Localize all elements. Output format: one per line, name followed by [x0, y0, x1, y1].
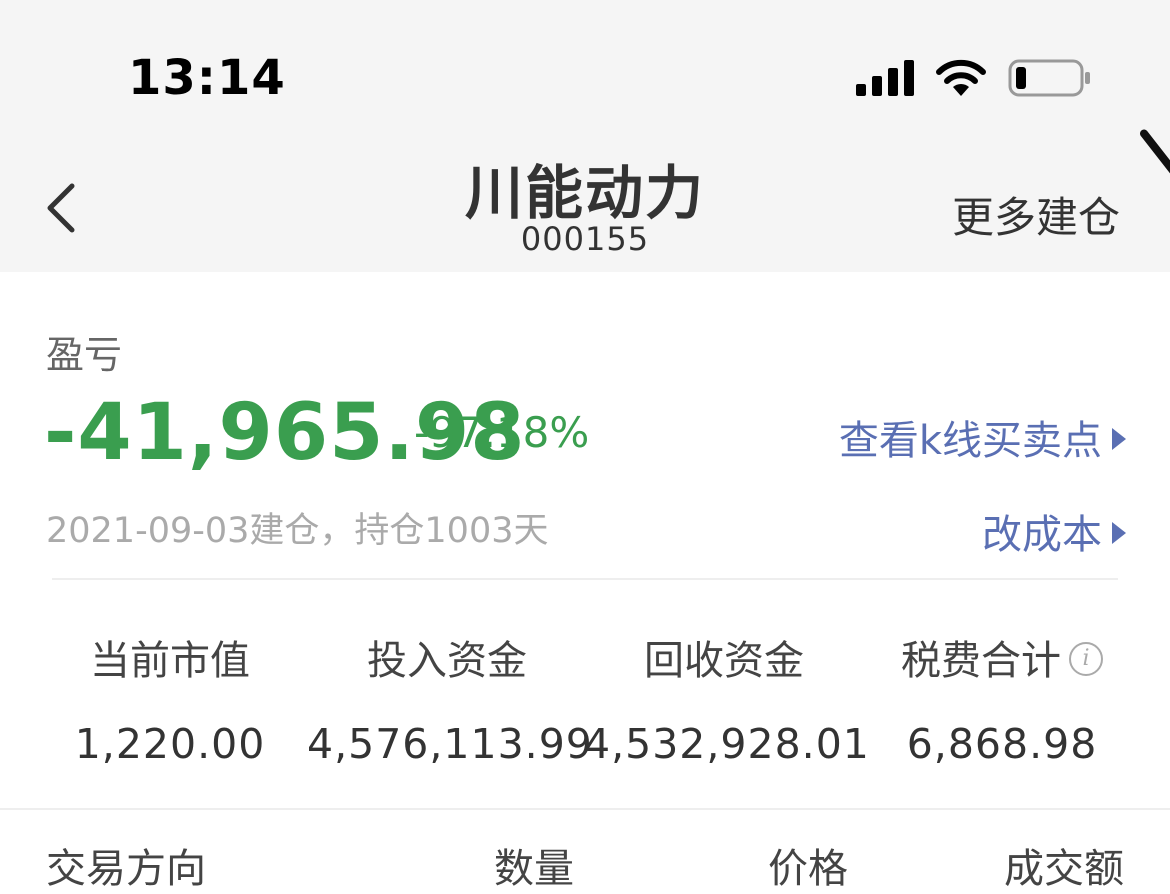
stat-value: 1,220.00: [74, 720, 266, 768]
change-cost-link[interactable]: 改成本: [982, 502, 1126, 560]
view-kline-label: 查看k线买卖点: [838, 418, 1102, 464]
stat-value: 4,576,113.99: [307, 720, 593, 768]
view-kline-link[interactable]: 查看k线买卖点: [839, 408, 1126, 466]
stat-label: 当前市值: [90, 638, 250, 684]
stat-fees: 税费合计 i 6,868.98: [862, 628, 1142, 768]
column-header-price: 价格: [768, 846, 848, 892]
stat-invested: 投入资金 4,576,113.99: [307, 628, 593, 768]
wifi-icon: [936, 59, 986, 96]
top-bar: 13:14 川能动力 000155 更多建仓: [0, 0, 1170, 272]
stat-label: 税费合计: [901, 638, 1061, 684]
column-header-amount: 成交额: [1004, 846, 1124, 892]
pnl-label: 盈亏: [46, 333, 123, 377]
signal-icon: [856, 58, 916, 96]
stat-value: 6,868.98: [906, 720, 1098, 768]
stat-label: 投入资金: [367, 638, 527, 684]
status-time: 13:14: [128, 50, 286, 106]
battery-icon: [1008, 59, 1090, 97]
column-header-quantity: 数量: [494, 846, 574, 892]
stat-value: 4,532,928.01: [584, 720, 870, 768]
caret-right-icon: [1112, 428, 1126, 450]
column-header-direction: 交易方向: [46, 846, 206, 892]
stat-recovered: 回收资金 4,532,928.01: [584, 628, 870, 768]
stat-label: 回收资金: [644, 638, 804, 684]
info-icon[interactable]: i: [1069, 642, 1103, 676]
caret-right-icon: [1112, 522, 1126, 544]
stat-market-value: 当前市值 1,220.00: [30, 628, 310, 768]
pnl-percent: -97.18%: [414, 408, 590, 457]
position-info: 2021-09-03建仓，持仓1003天: [46, 511, 549, 551]
stat-label-wrap: 税费合计 i: [862, 628, 1142, 686]
more-build-button[interactable]: 更多建仓: [952, 184, 1120, 245]
divider: [52, 578, 1118, 580]
change-cost-label: 改成本: [982, 512, 1102, 558]
divider: [0, 808, 1170, 810]
